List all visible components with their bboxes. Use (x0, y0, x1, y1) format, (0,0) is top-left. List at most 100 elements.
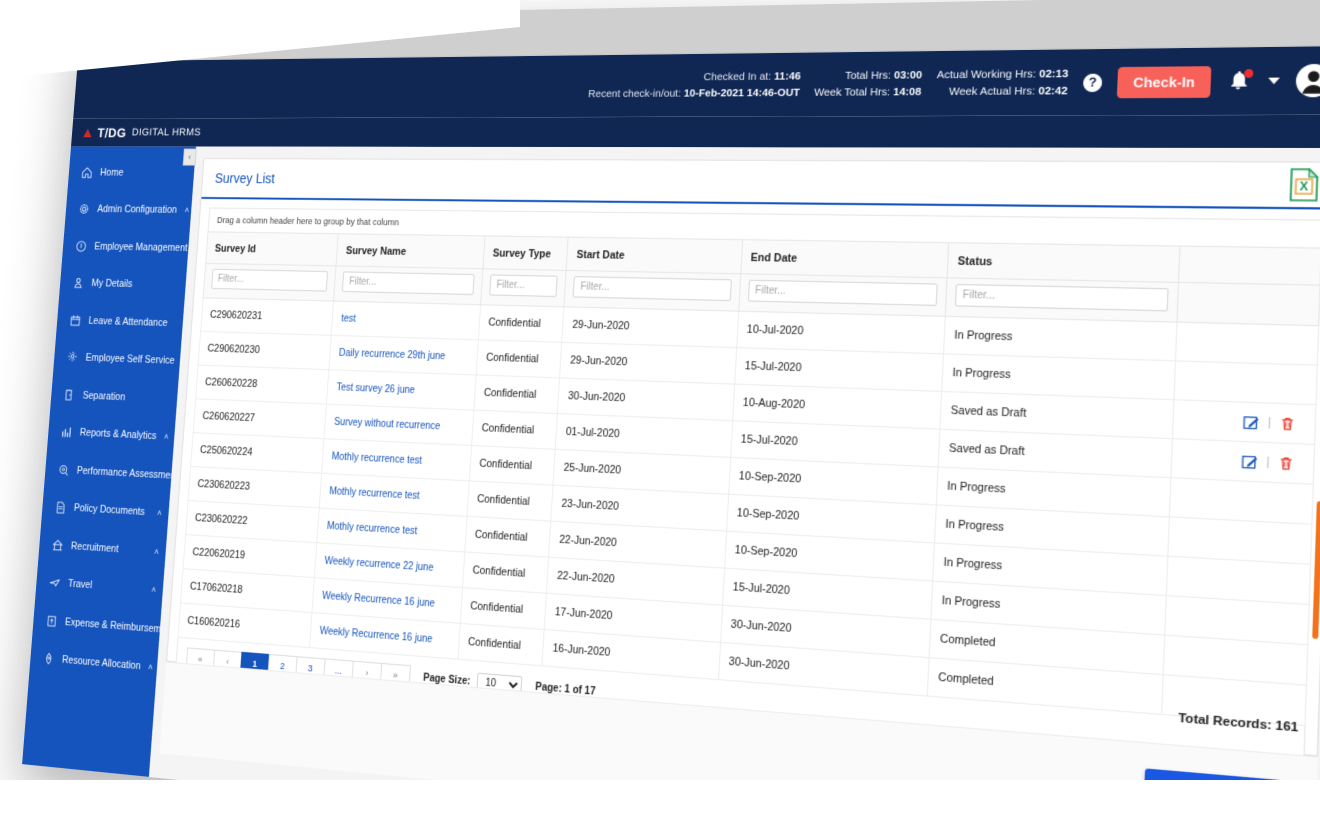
survey-name-link[interactable]: test (341, 314, 356, 325)
survey-list-card: Survey List X Drag a column header here … (166, 158, 1320, 774)
column-header-end-date[interactable]: End Date (740, 239, 949, 278)
cell-survey-type: Confidential (462, 551, 550, 594)
sidebar-item-my-details[interactable]: My Details (59, 264, 187, 304)
sidebar-item-label: Travel (67, 578, 93, 592)
edit-icon[interactable] (1241, 453, 1258, 470)
exit-icon (62, 387, 76, 402)
check-in-button[interactable]: Check-In (1116, 65, 1212, 98)
actual-working-hrs-value: 02:13 (1038, 67, 1069, 81)
column-header-actions[interactable] (1178, 246, 1320, 286)
actual-hours-block: Actual Working Hrs: 02:13 Week Actual Hr… (936, 65, 1069, 100)
excel-export-icon[interactable]: X (1288, 168, 1320, 202)
filter-input-status[interactable] (954, 283, 1169, 312)
sidebar-item-employee-self-service[interactable]: Employee Self Service (53, 338, 182, 380)
brand-bar: T/DG DIGITAL HRMS (70, 114, 1320, 149)
table-vertical-scrollbar[interactable] (1312, 501, 1320, 640)
cell-status: In Progress (930, 581, 1167, 636)
chevron-up-icon: ˄ (156, 508, 163, 519)
column-header-survey-id[interactable]: Survey Id (205, 231, 339, 266)
window-dot-minimize[interactable] (117, 32, 131, 46)
cell-actions (1174, 360, 1318, 405)
filter-input-end-date[interactable] (747, 279, 938, 306)
sidebar-item-label: Policy Documents (73, 502, 146, 519)
edit-icon[interactable] (1243, 414, 1260, 430)
action-separator: | (1266, 455, 1270, 470)
column-header-survey-name[interactable]: Survey Name (336, 233, 486, 269)
document-icon (53, 500, 67, 515)
filter-input-start-date[interactable] (573, 276, 732, 302)
survey-name-link[interactable]: Weekly Recurrence 16 june (319, 626, 432, 646)
bell-icon[interactable] (1226, 69, 1254, 93)
survey-name-link[interactable]: Survey without recurrence (334, 417, 441, 433)
filter-input-survey-type[interactable] (489, 274, 559, 298)
home-icon (80, 165, 93, 179)
cell-start-date: 29-Jun-2020 (559, 342, 737, 385)
cell-actions: | (1171, 438, 1315, 485)
cell-status: Saved as Draft (937, 429, 1173, 478)
sidebar-item-label: Home (99, 166, 124, 179)
cell-survey-type: Confidential (473, 374, 560, 414)
cell-survey-name[interactable]: Daily recurrence 29th june (329, 335, 479, 375)
survey-name-link[interactable]: Test survey 26 june (336, 382, 415, 396)
survey-name-link[interactable]: Weekly recurrence 22 june (324, 556, 434, 574)
chevron-down-icon[interactable] (1268, 77, 1280, 85)
calendar-icon (68, 313, 81, 327)
survey-name-link[interactable]: Mothly recurrence test (327, 521, 418, 537)
cell-survey-type: Confidential (469, 445, 556, 486)
sidebar-item-admin-configuration[interactable]: Admin Configuration ˄ (65, 191, 193, 230)
column-header-status[interactable]: Status (946, 242, 1181, 283)
survey-name-link[interactable]: Mothly recurrence test (331, 451, 422, 466)
brand-mark: T/DG (96, 125, 127, 141)
window-dot-maximize[interactable] (138, 31, 151, 46)
screenshot-stage: Checked In at: 11:46 Recent check-in/out… (0, 0, 1320, 840)
sidebar-collapse-toggle[interactable]: ‹ (182, 148, 197, 166)
cell-status: In Progress (943, 316, 1178, 361)
cell-status: In Progress (934, 504, 1170, 557)
week-total-hrs-label: Week Total Hrs: (813, 85, 891, 99)
sidebar-item-leave-attendance[interactable]: Leave & Attendance (56, 301, 184, 342)
sidebar-item-separation[interactable]: Separation (50, 375, 179, 418)
total-hrs-label: Total Hrs: (844, 69, 892, 83)
page-title: Survey List (214, 170, 276, 187)
person-icon (71, 276, 84, 290)
resource-icon (42, 651, 56, 667)
main-content: Survey List X Drag a column header here … (148, 146, 1320, 840)
week-actual-hrs-value: 02:42 (1038, 84, 1068, 98)
sidebar-item-home[interactable]: Home (68, 154, 196, 192)
cell-survey-type: Confidential (478, 304, 565, 343)
cell-survey-id: C260620228 (195, 365, 330, 405)
filter-input-survey-name[interactable] (342, 271, 475, 296)
cell-start-date: 16-Jun-2020 (542, 629, 721, 680)
survey-name-link[interactable]: Daily recurrence 29th june (338, 348, 445, 362)
cell-start-date: 17-Jun-2020 (544, 593, 723, 643)
cell-end-date: 10-Sep-2020 (726, 494, 937, 543)
week-actual-hrs-label: Week Actual Hrs: (948, 84, 1036, 99)
window-dot-close[interactable] (96, 32, 110, 46)
delete-icon[interactable] (1279, 415, 1296, 431)
column-header-start-date[interactable]: Start Date (566, 237, 743, 274)
cell-actions: | (1172, 399, 1316, 445)
delete-icon[interactable] (1278, 455, 1295, 472)
chevron-up-icon: ˄ (184, 205, 190, 216)
cell-end-date: 15-Jul-2020 (722, 568, 933, 620)
checked-in-value: 11:46 (773, 70, 802, 83)
avatar[interactable] (1295, 63, 1320, 98)
sidebar-item-label: Recruitment (70, 540, 119, 555)
sidebar-item-employee-management[interactable]: Employee Management˄ (62, 227, 200, 266)
chevron-up-icon: ˄ (147, 662, 154, 673)
sidebar-item-label: Leave & Attendance (88, 315, 168, 329)
cell-survey-name[interactable]: test (331, 301, 481, 340)
survey-name-link[interactable]: Mothly recurrence test (329, 486, 420, 502)
survey-name-link[interactable]: Weekly Recurrence 16 june (322, 591, 435, 610)
sidebar-item-reports-analytics[interactable]: Reports & Analytics ˄ (47, 413, 176, 457)
sidebar-item-label: Employee Management (93, 240, 188, 254)
filter-cell (480, 268, 567, 307)
help-icon[interactable]: ? (1082, 73, 1103, 92)
sidebar-item-label: Reports & Analytics (79, 427, 157, 443)
filter-cell (738, 273, 947, 317)
filter-input-survey-id[interactable] (211, 268, 329, 292)
cell-actions (1168, 516, 1312, 565)
cell-status: In Progress (936, 466, 1172, 517)
column-header-survey-type[interactable]: Survey Type (482, 235, 569, 271)
create-survey-button[interactable]: Create Survey (1143, 768, 1281, 818)
